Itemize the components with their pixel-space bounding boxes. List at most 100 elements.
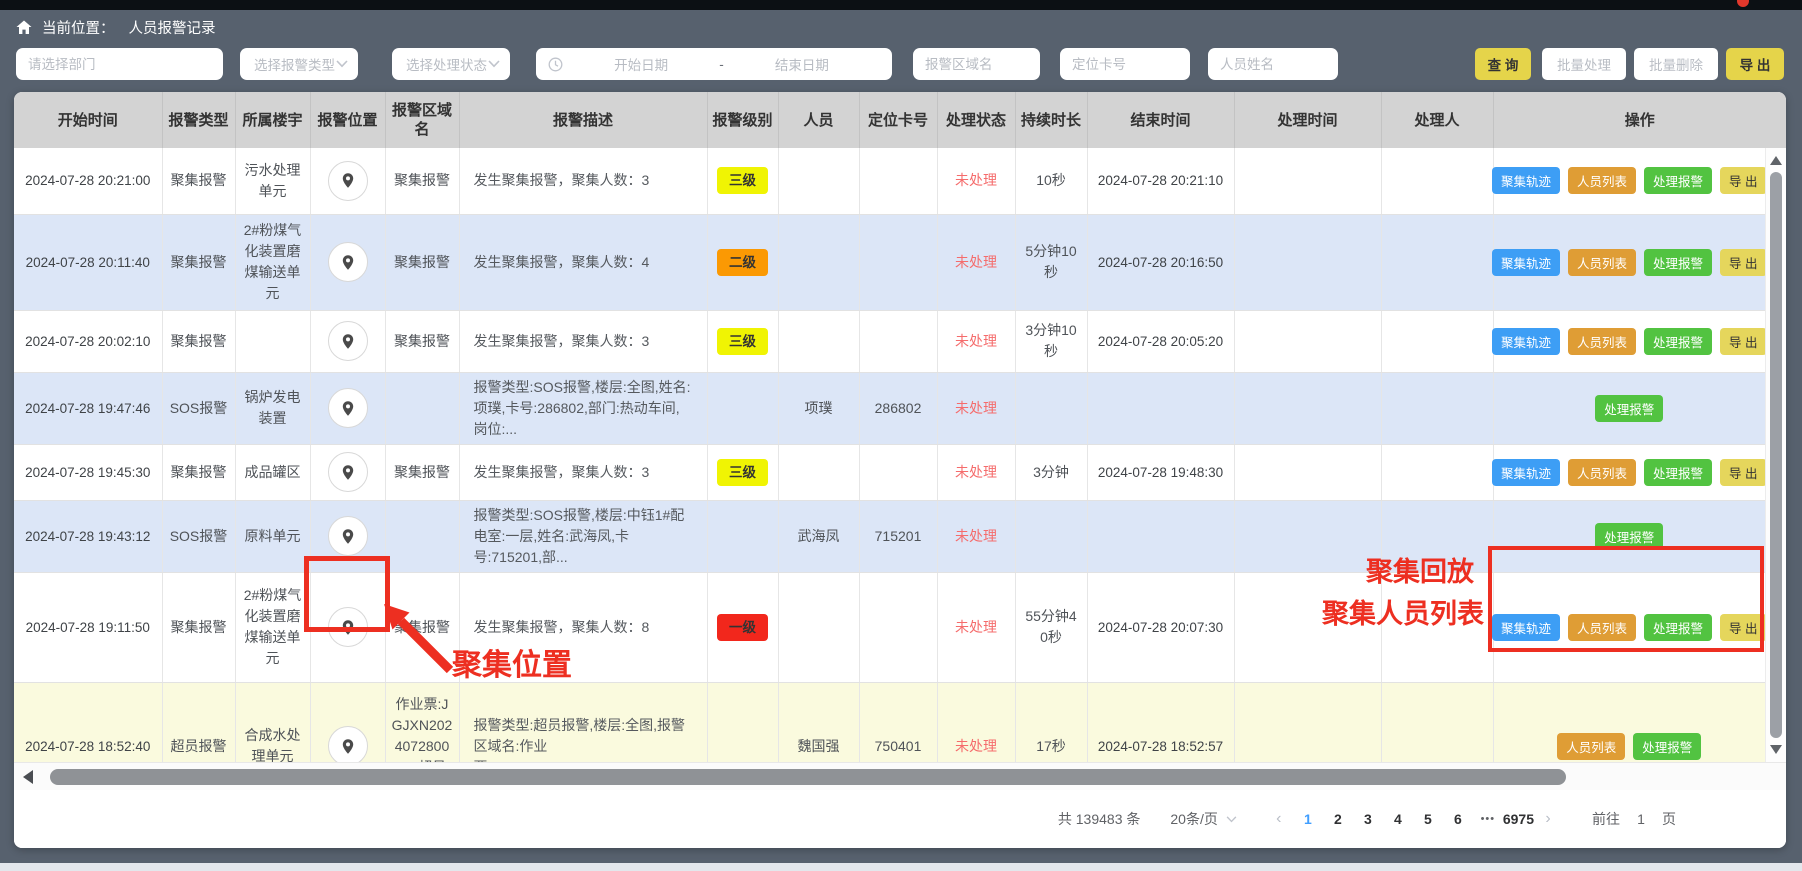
table-row: 2024-07-28 20:11:40聚集报警2#粉煤气化装置磨煤输送单元聚集报… bbox=[14, 214, 1786, 310]
cell-building bbox=[235, 310, 310, 372]
cell-card-no bbox=[859, 214, 937, 310]
page-button-3[interactable]: 3 bbox=[1353, 811, 1383, 827]
vertical-scrollbar-thumb[interactable] bbox=[1770, 172, 1782, 738]
chevron-down-icon bbox=[488, 60, 500, 68]
location-icon-button[interactable] bbox=[328, 321, 368, 361]
page-button-1[interactable]: 1 bbox=[1293, 811, 1323, 827]
location-pin-icon bbox=[340, 333, 356, 350]
card-no-input[interactable] bbox=[1060, 48, 1190, 80]
cell-alarm-type: SOS报警 bbox=[162, 500, 235, 572]
cell-building: 成品罐区 bbox=[235, 444, 310, 500]
location-icon-button[interactable] bbox=[328, 516, 368, 556]
location-icon-button[interactable] bbox=[328, 452, 368, 492]
handle-status-placeholder: 选择处理状态 bbox=[406, 54, 487, 74]
person-name-input[interactable] bbox=[1208, 48, 1338, 80]
cell-handle-status: 未处理 bbox=[937, 214, 1015, 310]
track-action-button[interactable]: 聚集轨迹 bbox=[1492, 167, 1560, 194]
date-range-picker[interactable]: 开始日期 - 结束日期 bbox=[536, 48, 892, 80]
person-list-action-button[interactable]: 人员列表 bbox=[1568, 167, 1636, 194]
cell-level: 三级 bbox=[707, 444, 778, 500]
start-date-input[interactable]: 开始日期 bbox=[563, 54, 719, 74]
cell-alarm-type: 聚集报警 bbox=[162, 214, 235, 310]
export-action-button[interactable]: 导 出 bbox=[1720, 459, 1766, 486]
cell-end-time: 2024-07-28 20:16:50 bbox=[1087, 214, 1234, 310]
page-button-2[interactable]: 2 bbox=[1323, 811, 1353, 827]
vertical-scrollbar[interactable] bbox=[1765, 148, 1786, 762]
batch-delete-button[interactable]: 批量删除 bbox=[1634, 48, 1718, 80]
page-size-select[interactable]: 20条/页 bbox=[1170, 809, 1236, 829]
export-action-button[interactable]: 导 出 bbox=[1720, 167, 1766, 194]
area-name-input[interactable] bbox=[913, 48, 1040, 80]
horizontal-scrollbar[interactable] bbox=[14, 762, 1786, 790]
location-icon-button[interactable] bbox=[328, 388, 368, 428]
more-pages-button[interactable]: ••• bbox=[1473, 813, 1503, 825]
next-page-button[interactable]: › bbox=[1534, 810, 1562, 828]
annotation-label-replay: 聚集回放 bbox=[1366, 550, 1474, 589]
person-list-action-button[interactable]: 人员列表 bbox=[1568, 459, 1636, 486]
column-header-5: 报警描述 bbox=[459, 92, 707, 148]
cell-location bbox=[310, 682, 385, 762]
department-input[interactable] bbox=[16, 48, 223, 80]
page-button-5[interactable]: 5 bbox=[1413, 811, 1443, 827]
export-button[interactable]: 导 出 bbox=[1726, 48, 1784, 80]
cell-actions: 人员列表处理报警 bbox=[1493, 682, 1786, 762]
page-button-6[interactable]: 6 bbox=[1443, 811, 1473, 827]
column-header-13: 处理人 bbox=[1381, 92, 1493, 148]
location-icon-button[interactable] bbox=[328, 161, 368, 201]
cell-handle-status: 未处理 bbox=[937, 682, 1015, 762]
horizontal-scrollbar-thumb[interactable] bbox=[50, 769, 1566, 785]
cell-building: 锅炉发电装置 bbox=[235, 372, 310, 444]
person-list-action-button[interactable]: 人员列表 bbox=[1557, 733, 1625, 760]
handle-action-button[interactable]: 处理报警 bbox=[1644, 249, 1712, 276]
track-action-button[interactable]: 聚集轨迹 bbox=[1492, 249, 1560, 276]
goto-page-group: 前往 1 页 bbox=[1592, 809, 1676, 829]
cell-person bbox=[778, 214, 859, 310]
page-button-4[interactable]: 4 bbox=[1383, 811, 1413, 827]
cell-handler bbox=[1381, 310, 1493, 372]
level-badge: 三级 bbox=[717, 459, 768, 486]
column-header-4: 报警区域名 bbox=[385, 92, 459, 148]
cell-building: 污水处理单元 bbox=[235, 148, 310, 214]
column-header-10: 持续时长 bbox=[1015, 92, 1087, 148]
chevron-down-icon bbox=[1226, 816, 1237, 823]
scroll-up-arrow-icon[interactable] bbox=[1770, 156, 1782, 165]
goto-page-input[interactable]: 1 bbox=[1630, 811, 1652, 827]
cell-handler bbox=[1381, 444, 1493, 500]
alarm-type-select[interactable]: 选择报警类型 bbox=[240, 48, 358, 80]
level-badge: 三级 bbox=[717, 167, 768, 194]
batch-handle-button[interactable]: 批量处理 bbox=[1542, 48, 1626, 80]
cell-alarm-type: 超员报警 bbox=[162, 682, 235, 762]
prev-page-button[interactable]: ‹ bbox=[1265, 810, 1293, 828]
last-page-button[interactable]: 6975 bbox=[1503, 811, 1534, 827]
cell-description: 发生聚集报警，聚集人数：4 bbox=[459, 214, 707, 310]
track-action-button[interactable]: 聚集轨迹 bbox=[1492, 459, 1560, 486]
cell-actions: 聚集轨迹人员列表处理报警导 出 bbox=[1493, 310, 1786, 372]
annotation-label-person-list: 聚集人员列表 bbox=[1322, 592, 1484, 631]
handle-action-button[interactable]: 处理报警 bbox=[1644, 328, 1712, 355]
handle-action-button[interactable]: 处理报警 bbox=[1644, 459, 1712, 486]
scroll-down-arrow-icon[interactable] bbox=[1770, 745, 1782, 754]
export-action-button[interactable]: 导 出 bbox=[1720, 249, 1766, 276]
handle-action-button[interactable]: 处理报警 bbox=[1644, 167, 1712, 194]
row-action-buttons: 聚集轨迹人员列表处理报警导 出 bbox=[1500, 249, 1760, 276]
person-list-action-button[interactable]: 人员列表 bbox=[1568, 328, 1636, 355]
table-row: 2024-07-28 19:47:46SOS报警锅炉发电装置报警类型:SOS报警… bbox=[14, 372, 1786, 444]
cell-card-no: 750401 bbox=[859, 682, 937, 762]
cell-person bbox=[778, 310, 859, 372]
location-pin-icon bbox=[340, 172, 356, 189]
level-badge: 一级 bbox=[717, 614, 768, 641]
query-button[interactable]: 查 询 bbox=[1475, 48, 1531, 80]
cell-alarm-type: 聚集报警 bbox=[162, 148, 235, 214]
person-list-action-button[interactable]: 人员列表 bbox=[1568, 249, 1636, 276]
scroll-left-arrow-icon[interactable] bbox=[23, 770, 33, 784]
end-date-input[interactable]: 结束日期 bbox=[724, 54, 880, 74]
handle-status-select[interactable]: 选择处理状态 bbox=[392, 48, 510, 80]
location-icon-button[interactable] bbox=[328, 242, 368, 282]
handle-action-button[interactable]: 处理报警 bbox=[1595, 395, 1663, 422]
handle-action-button[interactable]: 处理报警 bbox=[1633, 733, 1701, 760]
cell-handle-status: 未处理 bbox=[937, 310, 1015, 372]
export-action-button[interactable]: 导 出 bbox=[1720, 328, 1766, 355]
track-action-button[interactable]: 聚集轨迹 bbox=[1492, 328, 1560, 355]
location-icon-button[interactable] bbox=[328, 726, 368, 762]
bottom-edge-strip bbox=[0, 863, 1802, 871]
